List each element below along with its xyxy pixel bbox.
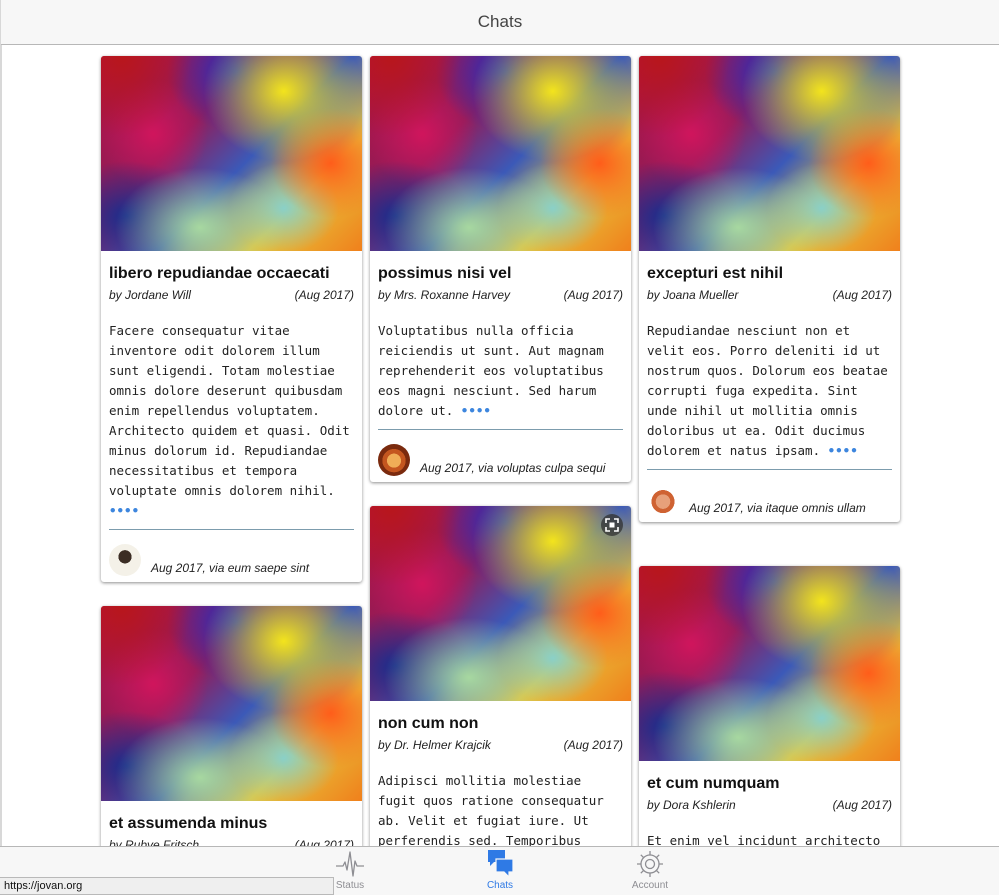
card-author: by Dora Kshlerin (647, 798, 736, 812)
chat-card[interactable]: non cum non by Dr. Helmer Krajcik (Aug 2… (370, 506, 631, 846)
card-meta: by Mrs. Roxanne Harvey (Aug 2017) (378, 287, 623, 303)
card-author: by Dr. Helmer Krajcik (378, 738, 491, 752)
expand-icon (605, 518, 619, 532)
card-text-content: Repudiandae nesciunt non et velit eos. P… (647, 323, 888, 458)
card-text: Repudiandae nesciunt non et velit eos. P… (647, 321, 892, 461)
navigation-bar: Chats (1, 0, 999, 45)
card-author: by Jordane Will (109, 288, 191, 302)
card-date: (Aug 2017) (832, 798, 892, 812)
card-text: Voluptatibus nulla officia reiciendis ut… (378, 321, 623, 421)
card-meta: by Dora Kshlerin (Aug 2017) (647, 797, 892, 813)
avatar[interactable] (378, 444, 410, 476)
card-date: (Aug 2017) (563, 738, 623, 752)
tab-account[interactable]: Account (610, 847, 690, 895)
avatar[interactable] (109, 544, 141, 576)
chat-card[interactable]: libero repudiandae occaecati by Jordane … (101, 56, 362, 582)
card-text: Et enim vel incidunt architecto (647, 831, 892, 846)
link-preview-url: https://jovan.org (0, 877, 334, 895)
avatar[interactable] (647, 484, 679, 516)
chat-card[interactable]: et assumenda minus by Rubye Fritsch (Aug… (101, 606, 362, 846)
card-date: (Aug 2017) (832, 288, 892, 302)
card-body: et cum numquam by Dora Kshlerin (Aug 201… (639, 761, 900, 846)
card-meta: by Joana Mueller (Aug 2017) (647, 287, 892, 303)
card-footer: Aug 2017, via voluptas culpa sequi (378, 430, 623, 482)
card-title[interactable]: excepturi est nihil (647, 265, 892, 283)
card-body: excepturi est nihil by Joana Mueller (Au… (639, 251, 900, 522)
card-title[interactable]: non cum non (378, 715, 623, 733)
card-author: by Rubye Fritsch (109, 838, 200, 846)
read-more-link[interactable]: •••• (461, 403, 491, 418)
tab-label: Account (631, 880, 669, 891)
card-meta: by Rubye Fritsch (Aug 2017) (109, 837, 354, 846)
chat-card[interactable]: et cum numquam by Dora Kshlerin (Aug 201… (639, 566, 900, 846)
card-image[interactable] (101, 606, 362, 801)
card-image[interactable] (370, 56, 631, 251)
gear-icon (637, 851, 663, 877)
card-text-content: Facere consequatur vitae inventore odit … (109, 323, 350, 498)
tab-label: Chats (486, 880, 514, 891)
chat-card[interactable]: excepturi est nihil by Joana Mueller (Au… (639, 56, 900, 522)
card-author: by Mrs. Roxanne Harvey (378, 288, 511, 302)
expand-button[interactable] (601, 514, 623, 536)
card-body: possimus nisi vel by Mrs. Roxanne Harvey… (370, 251, 631, 482)
tab-chats[interactable]: Chats (460, 847, 540, 895)
card-meta: by Jordane Will (Aug 2017) (109, 287, 354, 303)
card-author: by Joana Mueller (647, 288, 739, 302)
card-meta: by Dr. Helmer Krajcik (Aug 2017) (378, 737, 623, 753)
card-date: (Aug 2017) (563, 288, 623, 302)
card-title[interactable]: libero repudiandae occaecati (109, 265, 354, 283)
card-footer-text: Aug 2017, via itaque omnis ullam (689, 501, 866, 515)
card-text-content: Et enim vel incidunt architecto (647, 833, 881, 846)
tab-label: Status (335, 880, 365, 891)
card-text: Facere consequatur vitae inventore odit … (109, 321, 354, 521)
read-more-link[interactable]: •••• (828, 443, 858, 458)
card-body: et assumenda minus by Rubye Fritsch (Aug… (101, 801, 362, 846)
card-title[interactable]: et assumenda minus (109, 815, 354, 833)
card-image[interactable] (370, 506, 631, 701)
card-footer-text: Aug 2017, via eum saepe sint (151, 561, 310, 575)
card-text-content: Adipisci mollitia molestiae fugit quos r… (378, 773, 604, 846)
page-title: Chats (477, 12, 523, 31)
card-footer-text: Aug 2017, via voluptas culpa sequi (420, 461, 606, 475)
pulse-icon (336, 851, 364, 877)
card-date: (Aug 2017) (294, 838, 354, 846)
card-image[interactable] (101, 56, 362, 251)
card-text: Adipisci mollitia molestiae fugit quos r… (378, 771, 623, 846)
card-date: (Aug 2017) (294, 288, 354, 302)
card-title[interactable]: et cum numquam (647, 775, 892, 793)
card-footer: Aug 2017, via eum saepe sint (109, 530, 354, 582)
card-title[interactable]: possimus nisi vel (378, 265, 623, 283)
chat-card[interactable]: possimus nisi vel by Mrs. Roxanne Harvey… (370, 56, 631, 482)
chat-bubbles-icon (488, 850, 514, 879)
card-body: non cum non by Dr. Helmer Krajcik (Aug 2… (370, 701, 631, 846)
card-image[interactable] (639, 56, 900, 251)
card-footer: Aug 2017, via itaque omnis ullam (647, 470, 892, 522)
card-image[interactable] (639, 566, 900, 761)
read-more-link[interactable]: •••• (109, 503, 139, 518)
chats-feed[interactable]: libero repudiandae occaecati by Jordane … (0, 45, 999, 846)
card-body: libero repudiandae occaecati by Jordane … (101, 251, 362, 582)
